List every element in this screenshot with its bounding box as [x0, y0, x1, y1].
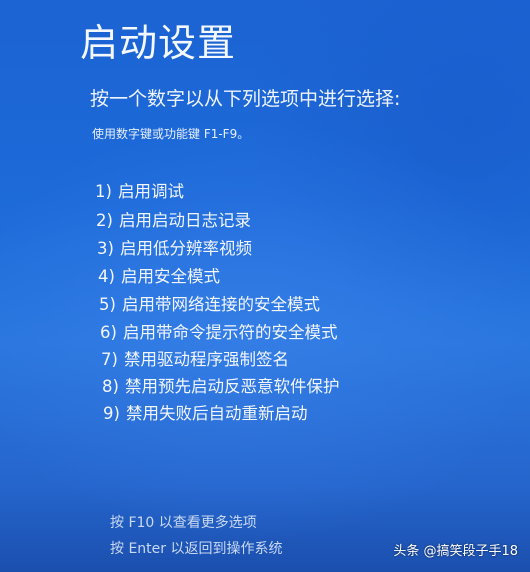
option-label: 禁用预先启动反恶意软件保护	[124, 377, 340, 396]
page-title: 启动设置	[80, 21, 237, 65]
option-number: 1)	[95, 182, 112, 201]
option-label: 禁用驱动程序强制签名	[123, 350, 289, 369]
option-number: 4)	[98, 267, 115, 286]
option-enable-boot-logging[interactable]: 2) 启用启动日志记录	[96, 207, 251, 231]
option-disable-early-launch-antimalware[interactable]: 8) 禁用预先启动反恶意软件保护	[102, 373, 339, 397]
option-disable-driver-signature-enforcement[interactable]: 7) 禁用驱动程序强制签名	[101, 346, 289, 370]
option-label: 启用带网络连接的安全模式	[121, 295, 320, 314]
option-label: 启用调试	[117, 182, 184, 201]
key-hint: 使用数字键或功能键 F1-F9。	[92, 127, 250, 141]
boot-settings-screen: 启动设置 按一个数字以从下列选项中进行选择: 使用数字键或功能键 F1-F9。 …	[0, 0, 530, 572]
option-disable-auto-restart-on-failure[interactable]: 9) 禁用失败后自动重新启动	[103, 400, 307, 424]
more-options-hint: 按 F10 以查看更多选项	[110, 515, 257, 531]
option-number: 8)	[102, 377, 119, 396]
option-label: 启用安全模式	[120, 267, 220, 286]
selection-prompt: 按一个数字以从下列选项中进行选择:	[90, 88, 401, 110]
option-number: 5)	[99, 295, 116, 314]
option-enable-low-resolution-video[interactable]: 3) 启用低分辨率视频	[97, 235, 252, 259]
option-number: 3)	[97, 239, 114, 258]
option-label: 启用带命令提示符的安全模式	[122, 323, 338, 342]
option-number: 7)	[101, 350, 118, 369]
watermark: 头条 @搞笑段子手18	[393, 544, 518, 559]
option-safe-mode-command-prompt[interactable]: 6) 启用带命令提示符的安全模式	[100, 319, 337, 343]
return-to-os-hint: 按 Enter 以返回到操作系统	[110, 541, 283, 557]
option-number: 6)	[100, 323, 117, 342]
option-label: 启用低分辨率视频	[119, 239, 252, 258]
option-number: 9)	[103, 404, 120, 423]
option-number: 2)	[96, 211, 113, 230]
option-enable-safe-mode[interactable]: 4) 启用安全模式	[98, 263, 220, 287]
option-enable-debugging[interactable]: 1) 启用调试	[95, 178, 184, 202]
option-label: 禁用失败后自动重新启动	[125, 404, 308, 423]
option-label: 启用启动日志记录	[118, 211, 251, 230]
option-safe-mode-networking[interactable]: 5) 启用带网络连接的安全模式	[99, 291, 320, 315]
